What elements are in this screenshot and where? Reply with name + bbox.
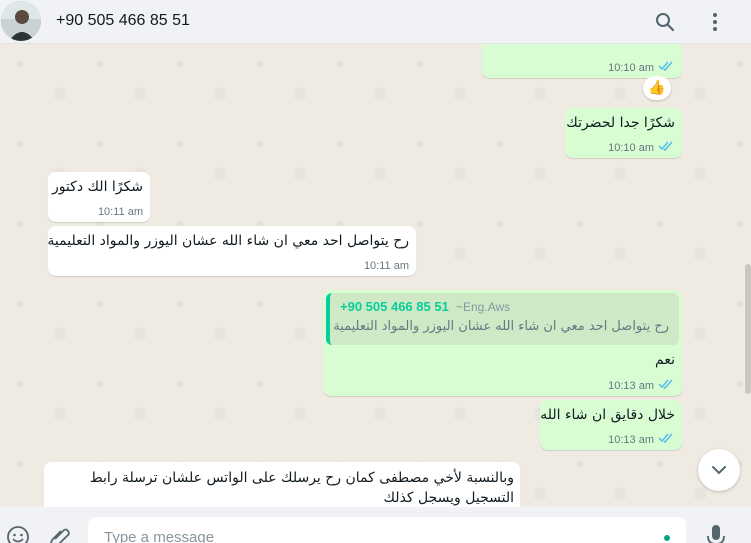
message-text: نعم: [655, 352, 675, 368]
message-time: 10:13 am: [608, 433, 654, 446]
message-outgoing[interactable]: شكرًا جدا لحضرتك 10:10 am: [565, 108, 682, 158]
read-ticks-icon: [658, 379, 674, 392]
message-time: 10:11 am: [97, 206, 143, 218]
read-ticks-icon: [658, 61, 674, 74]
chat-header: +90 505 466 85 51: [0, 0, 751, 44]
mic-icon[interactable]: [702, 523, 730, 543]
reaction-badge[interactable]: 👍: [643, 76, 671, 100]
message-text: رح يتواصل احد معي ان شاء الله عشان اليوز…: [47, 233, 409, 249]
message-text: التسجيل ويسجل كذلك: [383, 490, 515, 506]
message-text: وبالنسبة لأخي مصطفى كمان رح يرسلك على ال…: [89, 470, 514, 486]
message-text: شكرًا جدا لحضرتك: [566, 115, 675, 131]
quote-text: رح يتواصل احد معي ان شاء الله عشان اليوز…: [333, 319, 669, 334]
emoji-icon[interactable]: [4, 523, 32, 543]
scrollbar[interactable]: [745, 264, 751, 394]
message-time: 10:10 am: [608, 61, 654, 74]
message-outgoing[interactable]: خلال دقايق ان شاء الله 10:13 am: [540, 400, 682, 450]
message-time: 10:11 am: [363, 260, 409, 272]
contact-avatar[interactable]: [1, 1, 41, 41]
message-list[interactable]: 10:10 am شكرًا جدا لحضرتك 10:10 am شكرًا…: [0, 44, 751, 507]
quoted-message[interactable]: +90 505 466 85 51 ~Eng.Aws رح يتواصل احد…: [326, 293, 679, 345]
read-ticks-icon: [658, 141, 674, 154]
message-meta: 10:10 am: [608, 61, 674, 74]
contact-name[interactable]: +90 505 466 85 51: [56, 12, 190, 30]
read-ticks-icon: [658, 433, 674, 446]
message-text: خلال دقايق ان شاء الله: [540, 407, 675, 423]
search-icon[interactable]: [651, 8, 679, 36]
message-incoming[interactable]: شكرًا الك دكتور 10:11 am: [48, 172, 150, 222]
message-outgoing[interactable]: 10:10 am: [482, 44, 682, 78]
message-time: 10:13 am: [608, 379, 654, 392]
message-incoming[interactable]: رح يتواصل احد معي ان شاء الله عشان اليوز…: [47, 226, 416, 276]
message-input-box[interactable]: [88, 517, 686, 543]
composer-bar: [0, 507, 751, 543]
message-meta: 10:10 am: [608, 141, 674, 154]
message-meta: 10:11 am: [364, 260, 409, 272]
quote-pushname: ~Eng.Aws: [456, 300, 511, 314]
input-indicator: [664, 535, 670, 541]
message-meta: 10:11 am: [98, 206, 143, 218]
attach-icon[interactable]: [46, 523, 74, 543]
message-incoming[interactable]: وبالنسبة لأخي مصطفى كمان رح يرسلك على ال…: [44, 462, 520, 507]
message-time: 10:10 am: [608, 141, 654, 154]
message-text: شكرًا الك دكتور: [51, 179, 143, 195]
message-meta: 10:13 am: [608, 433, 674, 446]
menu-icon[interactable]: [701, 8, 729, 36]
message-input[interactable]: [104, 529, 664, 543]
thumbs-up-icon: 👍: [648, 80, 666, 96]
message-meta: 10:13 am: [608, 379, 674, 392]
chevron-down-icon: [712, 466, 726, 475]
quote-author: +90 505 466 85 51: [340, 299, 449, 314]
scroll-down-button[interactable]: [698, 449, 740, 491]
